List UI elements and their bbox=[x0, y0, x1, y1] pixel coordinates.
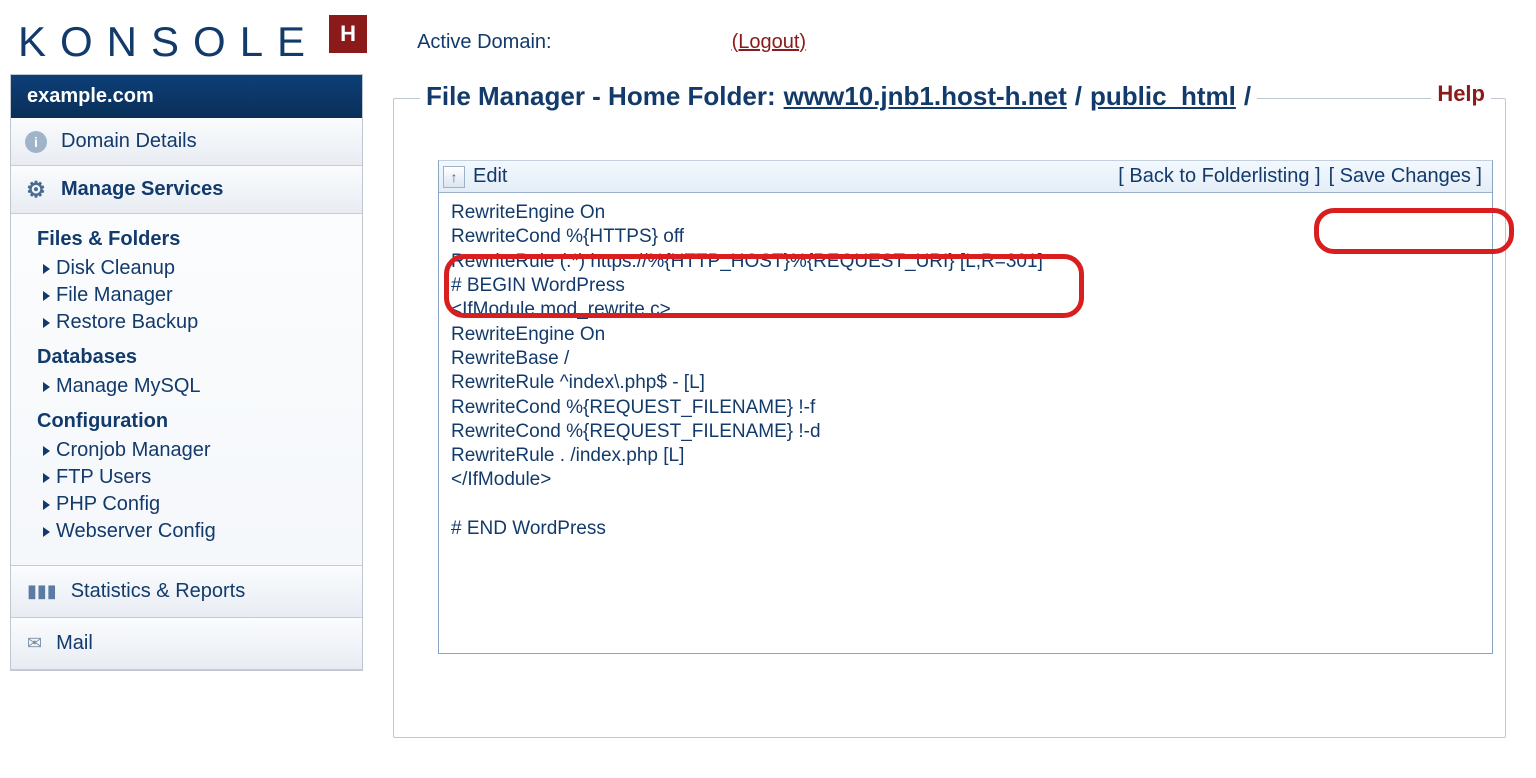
sub-file-manager[interactable]: File Manager bbox=[37, 282, 340, 309]
sub-head-databases: Databases bbox=[37, 346, 340, 369]
up-arrow-icon[interactable]: ↑ bbox=[443, 166, 465, 188]
sub-restore-backup[interactable]: Restore Backup bbox=[37, 309, 340, 336]
nav-mail[interactable]: ✉ Mail bbox=[11, 618, 362, 670]
gear-icon: ⚙ bbox=[25, 179, 47, 201]
triangle-icon bbox=[43, 382, 50, 392]
topbar: KONSOLE H Active Domain: (Logout) bbox=[0, 0, 1536, 74]
logout-link[interactable]: (Logout) bbox=[732, 31, 807, 54]
sub-disk-cleanup[interactable]: Disk Cleanup bbox=[37, 255, 340, 282]
nav-domain-details[interactable]: i Domain Details bbox=[11, 118, 362, 166]
sub-head-configuration: Configuration bbox=[37, 410, 340, 433]
sub-webserver-config[interactable]: Webserver Config bbox=[37, 518, 340, 545]
triangle-icon bbox=[43, 500, 50, 510]
nav-domain-details-label: Domain Details bbox=[61, 130, 197, 153]
sub-php-config[interactable]: PHP Config bbox=[37, 491, 340, 518]
sub-cronjob-manager[interactable]: Cronjob Manager bbox=[37, 437, 340, 464]
logo-badge: H bbox=[329, 15, 367, 53]
nav-manage-services[interactable]: ⚙ Manage Services bbox=[11, 166, 362, 214]
main-panel: File Manager - Home Folder: www10.jnb1.h… bbox=[393, 74, 1526, 738]
help-link[interactable]: Help bbox=[1431, 81, 1491, 107]
title-prefix: File Manager - Home Folder: bbox=[426, 81, 776, 112]
triangle-icon bbox=[43, 318, 50, 328]
logo-text: KONSOLE bbox=[18, 18, 319, 66]
editor-frame: ↑ Edit [ Back to Folderlisting ] [ Save … bbox=[438, 160, 1493, 654]
sub-ftp-users[interactable]: FTP Users bbox=[37, 464, 340, 491]
nav-statistics[interactable]: ▮▮▮ Statistics & Reports bbox=[11, 566, 362, 618]
sub-manage-mysql[interactable]: Manage MySQL bbox=[37, 373, 340, 400]
triangle-icon bbox=[43, 527, 50, 537]
save-changes[interactable]: [ Save Changes ] bbox=[1329, 165, 1482, 188]
editor-text[interactable]: RewriteEngine On RewriteCond %{HTTPS} of… bbox=[439, 193, 1492, 653]
active-domain-label: Active Domain: bbox=[417, 31, 552, 54]
triangle-icon bbox=[43, 291, 50, 301]
page-title: File Manager - Home Folder: www10.jnb1.h… bbox=[420, 81, 1257, 112]
path-host[interactable]: www10.jnb1.host-h.net bbox=[784, 81, 1067, 112]
stats-icon: ▮▮▮ bbox=[27, 581, 57, 602]
sidebar-submenu: Files & Folders Disk Cleanup File Manage… bbox=[11, 214, 362, 566]
triangle-icon bbox=[43, 264, 50, 274]
path-folder[interactable]: public_html bbox=[1090, 81, 1236, 112]
toolbar-edit-label: Edit bbox=[473, 165, 507, 188]
fieldset: File Manager - Home Folder: www10.jnb1.h… bbox=[393, 98, 1506, 738]
back-to-folderlisting[interactable]: [ Back to Folderlisting ] bbox=[1118, 165, 1320, 188]
mail-icon: ✉ bbox=[27, 633, 42, 654]
sub-head-files: Files & Folders bbox=[37, 228, 340, 251]
sidebar-domain: example.com bbox=[11, 75, 362, 118]
logo: KONSOLE H bbox=[18, 18, 367, 66]
triangle-icon bbox=[43, 446, 50, 456]
nav-manage-services-label: Manage Services bbox=[61, 178, 223, 201]
info-icon: i bbox=[25, 131, 47, 153]
sidebar: example.com i Domain Details ⚙ Manage Se… bbox=[10, 74, 363, 671]
triangle-icon bbox=[43, 473, 50, 483]
editor-toolbar: ↑ Edit [ Back to Folderlisting ] [ Save … bbox=[439, 161, 1492, 193]
